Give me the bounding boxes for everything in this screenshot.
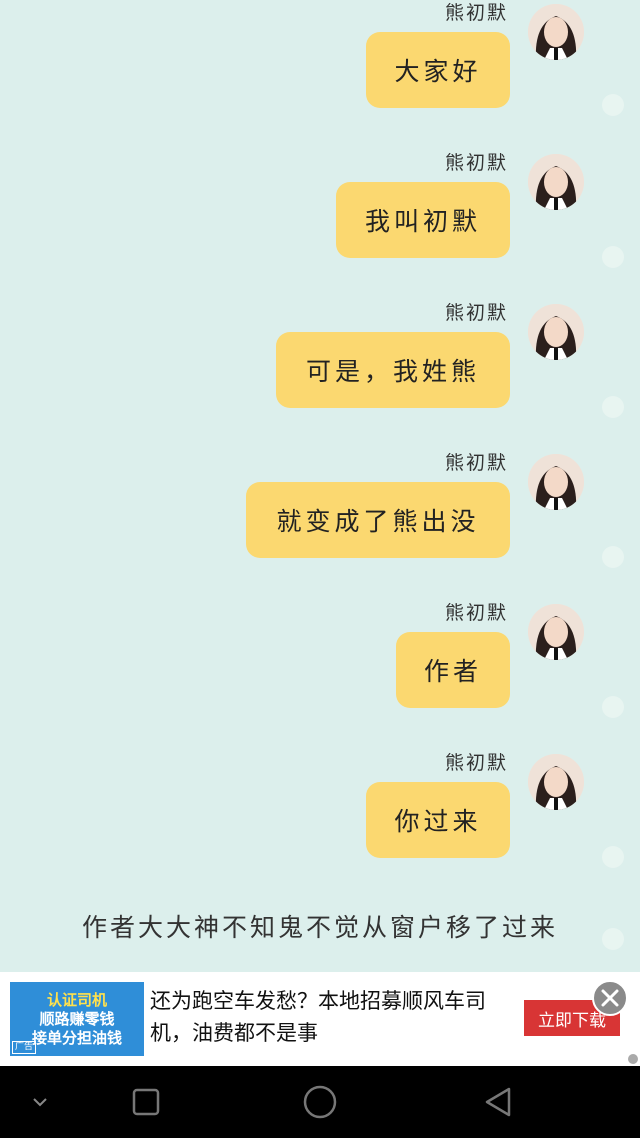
sender-name: 熊初默 bbox=[444, 452, 508, 474]
home-icon[interactable] bbox=[300, 1084, 340, 1120]
sender-name: 熊初默 bbox=[444, 2, 508, 24]
avatar[interactable] bbox=[528, 304, 584, 360]
message-bubble[interactable]: 就变成了熊出没 bbox=[246, 482, 510, 558]
decorative-dot bbox=[602, 246, 624, 268]
avatar[interactable] bbox=[528, 154, 584, 210]
message-row: 熊初默 你过来 bbox=[0, 750, 640, 900]
message-row: 熊初默 可是，我姓熊 bbox=[0, 300, 640, 450]
message-row: 熊初默 大家好 bbox=[0, 0, 640, 150]
avatar[interactable] bbox=[528, 454, 584, 510]
sender-name: 熊初默 bbox=[444, 152, 508, 174]
message-row: 熊初默 就变成了熊出没 bbox=[0, 450, 640, 600]
message-bubble[interactable]: 可是，我姓熊 bbox=[276, 332, 510, 408]
decorative-dot bbox=[602, 94, 624, 116]
avatar[interactable] bbox=[528, 4, 584, 60]
recent-apps-icon[interactable] bbox=[126, 1084, 166, 1120]
narration-caption: 作者大大神不知鬼不觉从窗户移了过来 bbox=[81, 913, 558, 942]
ad-image-line: 接单分担油钱 bbox=[31, 1028, 122, 1047]
message-bubble[interactable]: 你过来 bbox=[366, 782, 510, 858]
chevron-down-icon[interactable] bbox=[20, 1084, 60, 1120]
sender-name: 熊初默 bbox=[444, 602, 508, 624]
close-icon[interactable] bbox=[592, 980, 628, 1016]
ad-info-icon[interactable] bbox=[628, 1054, 638, 1064]
sender-name: 熊初默 bbox=[444, 752, 508, 774]
ad-tag: 广告 bbox=[12, 1041, 37, 1054]
decorative-dot bbox=[602, 546, 624, 568]
decorative-dot bbox=[602, 846, 624, 868]
message-row: 熊初默 我叫初默 bbox=[0, 150, 640, 300]
decorative-dot bbox=[602, 396, 624, 418]
message-bubble[interactable]: 大家好 bbox=[366, 32, 510, 108]
decorative-dot bbox=[602, 696, 624, 718]
message-bubble[interactable]: 作者 bbox=[396, 632, 510, 708]
ad-image-line: 顺路赚零钱 bbox=[39, 1009, 115, 1028]
ad-text[interactable]: 还为跑空车发愁？本地招募顺风车司机，油费都不是事 bbox=[150, 986, 495, 1050]
back-icon[interactable] bbox=[478, 1084, 518, 1120]
message-row: 熊初默 作者 bbox=[0, 600, 640, 750]
avatar[interactable] bbox=[528, 754, 584, 810]
ad-image-line: 认证司机 bbox=[46, 990, 107, 1009]
system-navigation-bar bbox=[0, 1066, 640, 1138]
sender-name: 熊初默 bbox=[444, 302, 508, 324]
message-bubble[interactable]: 我叫初默 bbox=[336, 182, 510, 258]
chat-area[interactable]: 熊初默 大家好 熊初默 我叫初默 熊初默 可是，我姓熊 熊初默 就变成了熊出没 bbox=[0, 0, 640, 972]
ad-banner[interactable]: 认证司机 顺路赚零钱 接单分担油钱 广告 还为跑空车发愁？本地招募顺风车司机，油… bbox=[0, 972, 640, 1066]
avatar[interactable] bbox=[528, 604, 584, 660]
